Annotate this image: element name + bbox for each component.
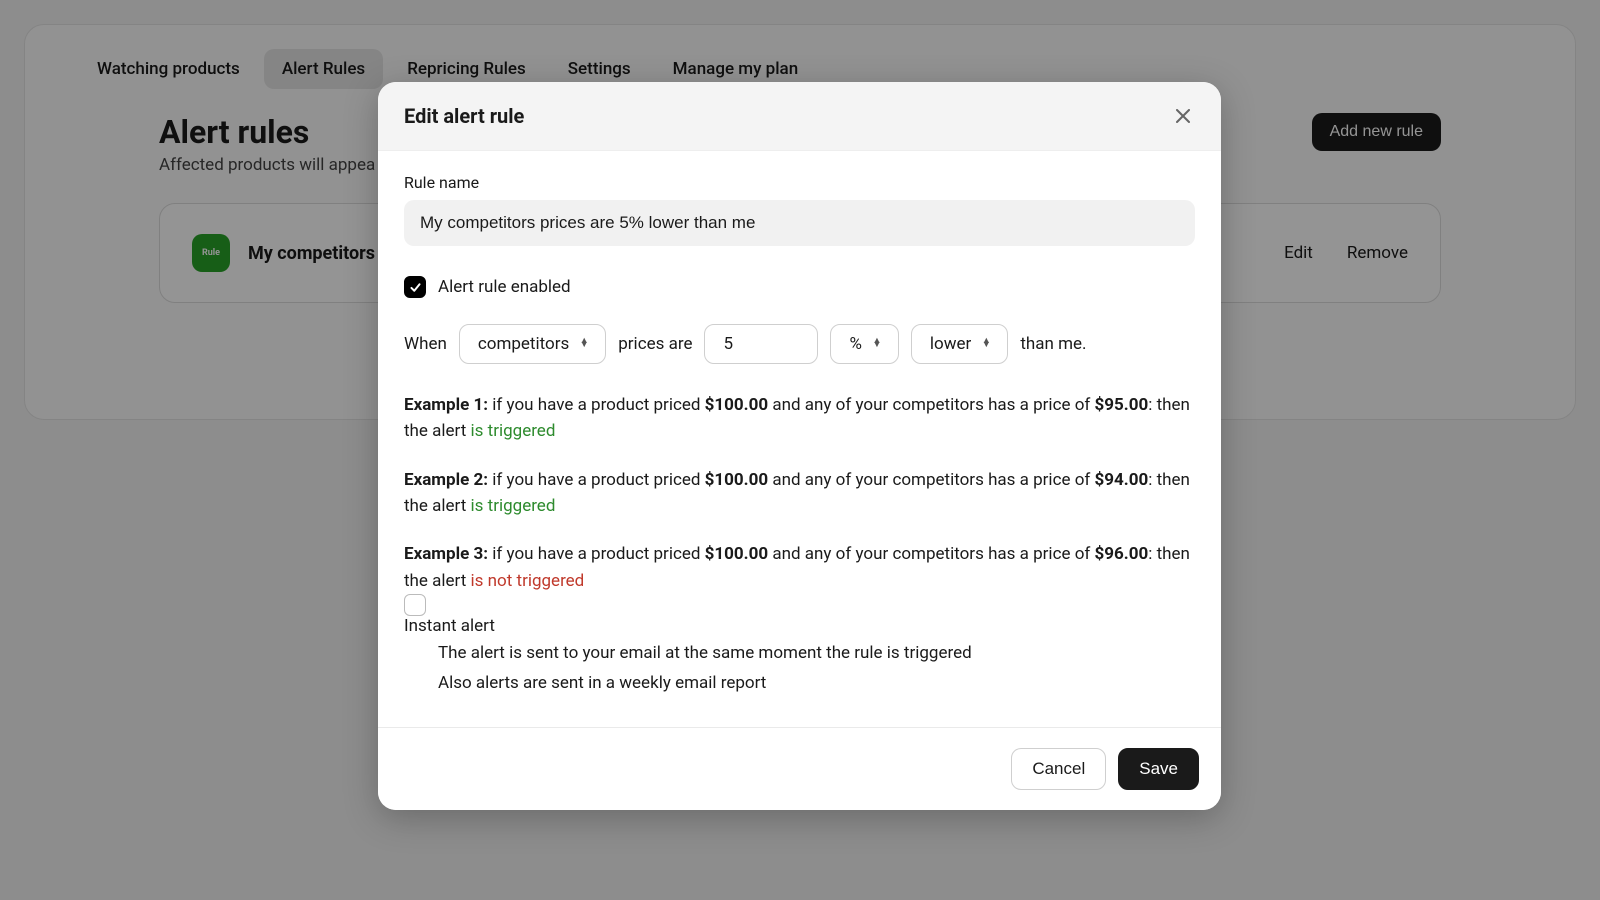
cond-when-text: When <box>404 334 447 354</box>
enabled-checkbox[interactable] <box>404 276 426 298</box>
select-arrows-icon: ▲▼ <box>979 340 993 347</box>
edit-alert-rule-modal: Edit alert rule Rule name Alert rule ena… <box>378 82 1221 810</box>
select-arrows-icon: ▲▼ <box>870 340 884 347</box>
example-3: Example 3: if you have a product priced … <box>404 541 1195 594</box>
instant-alert-row: Instant alert <box>404 594 1195 636</box>
cond-than-me-text: than me. <box>1020 334 1086 354</box>
instant-alert-desc-1: The alert is sent to your email at the s… <box>438 640 1195 666</box>
save-button[interactable]: Save <box>1118 748 1199 790</box>
close-icon[interactable] <box>1171 104 1195 128</box>
cancel-button[interactable]: Cancel <box>1011 748 1106 790</box>
instant-alert-label: Instant alert <box>404 616 495 636</box>
modal-header: Edit alert rule <box>378 82 1221 151</box>
value-input[interactable] <box>723 334 803 354</box>
direction-select[interactable]: lower ▲▼ <box>911 324 1008 364</box>
rule-name-input[interactable] <box>404 200 1195 246</box>
example-1: Example 1: if you have a product priced … <box>404 392 1195 445</box>
enabled-row: Alert rule enabled <box>404 276 1195 298</box>
instant-alert-desc-2: Also alerts are sent in a weekly email r… <box>438 670 1195 696</box>
direction-select-value: lower <box>930 334 971 354</box>
rule-name-label: Rule name <box>404 173 1195 192</box>
who-select-value: competitors <box>478 334 569 354</box>
modal-body: Rule name Alert rule enabled When compet… <box>378 151 1221 727</box>
modal-footer: Cancel Save <box>378 727 1221 810</box>
instant-alert-checkbox[interactable] <box>404 594 426 616</box>
enabled-label: Alert rule enabled <box>438 277 571 297</box>
who-select[interactable]: competitors ▲▼ <box>459 324 606 364</box>
example-2: Example 2: if you have a product priced … <box>404 467 1195 520</box>
cond-prices-are-text: prices are <box>618 334 692 354</box>
condition-row: When competitors ▲▼ prices are % ▲▼ lowe… <box>404 324 1195 364</box>
modal-title: Edit alert rule <box>404 104 524 128</box>
unit-select-value: % <box>849 334 861 354</box>
select-arrows-icon: ▲▼ <box>577 340 591 347</box>
unit-select[interactable]: % ▲▼ <box>830 324 898 364</box>
value-input-wrapper[interactable] <box>704 324 818 364</box>
